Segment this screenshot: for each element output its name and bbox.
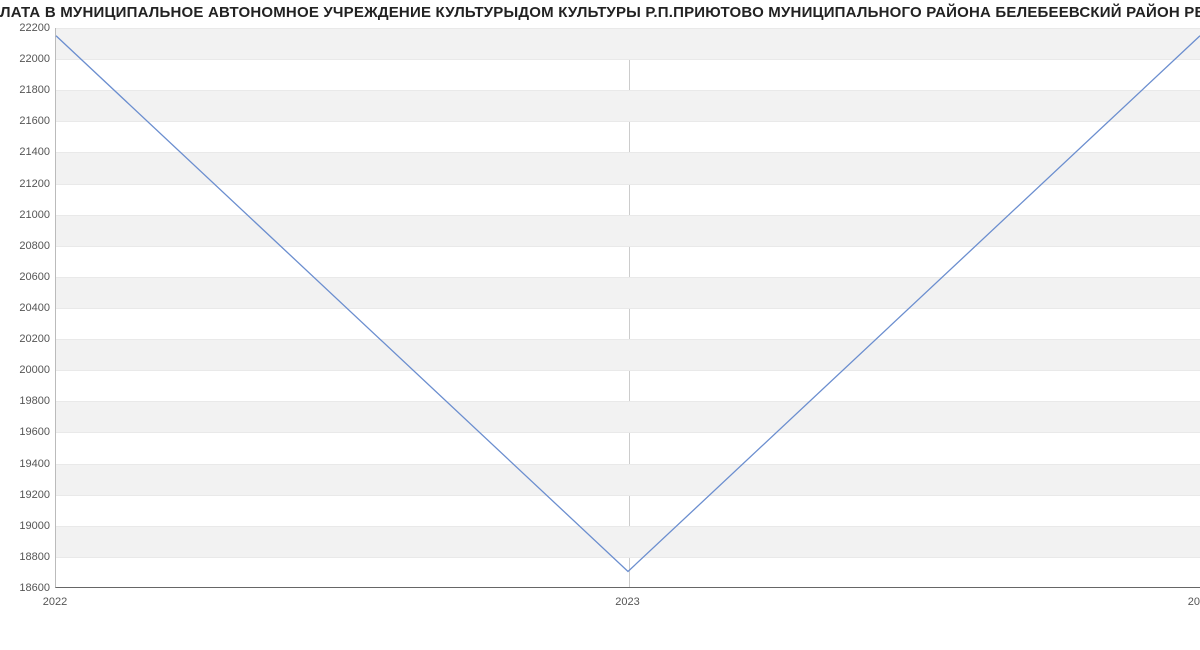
y-tick-label: 22000 — [0, 53, 50, 65]
y-tick-label: 20200 — [0, 333, 50, 345]
y-tick-label: 19000 — [0, 520, 50, 532]
y-tick-label: 19200 — [0, 489, 50, 501]
chart-container: ЛАТА В МУНИЦИПАЛЬНОЕ АВТОНОМНОЕ УЧРЕЖДЕН… — [0, 0, 1200, 650]
chart-title: ЛАТА В МУНИЦИПАЛЬНОЕ АВТОНОМНОЕ УЧРЕЖДЕН… — [0, 4, 1200, 21]
y-tick-label: 20000 — [0, 364, 50, 376]
y-tick-label: 19800 — [0, 395, 50, 407]
y-tick-label: 21200 — [0, 178, 50, 190]
y-tick-label: 21000 — [0, 209, 50, 221]
y-tick-label: 20600 — [0, 271, 50, 283]
y-tick-label: 19400 — [0, 458, 50, 470]
y-tick-label: 18800 — [0, 551, 50, 563]
y-tick-label: 21800 — [0, 84, 50, 96]
y-tick-label: 21600 — [0, 115, 50, 127]
y-tick-label: 21400 — [0, 146, 50, 158]
x-tick-label: 2024 — [1188, 596, 1200, 608]
series-path — [56, 36, 1200, 572]
line-series — [56, 28, 1200, 587]
y-tick-label: 19600 — [0, 426, 50, 438]
plot-area — [55, 28, 1200, 588]
x-tick-label: 2022 — [43, 596, 67, 608]
x-tick-label: 2023 — [615, 596, 639, 608]
y-tick-label: 20800 — [0, 240, 50, 252]
y-tick-label: 22200 — [0, 22, 50, 34]
y-tick-label: 20400 — [0, 302, 50, 314]
y-tick-label: 18600 — [0, 582, 50, 594]
